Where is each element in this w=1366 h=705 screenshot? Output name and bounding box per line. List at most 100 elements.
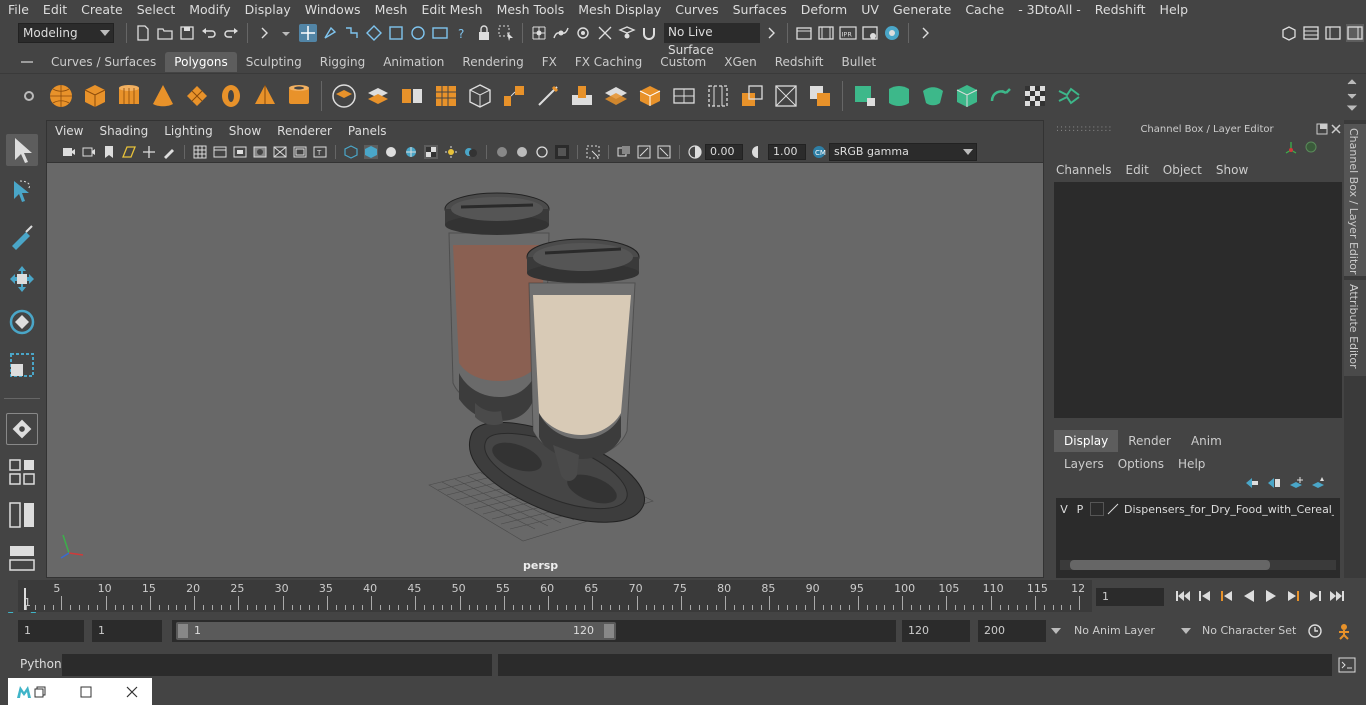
default-material-icon[interactable] (384, 145, 398, 159)
poly-pipe-icon[interactable] (286, 83, 312, 109)
shelf-menu-icon[interactable] (20, 55, 34, 69)
layer-color-icon[interactable] (1106, 502, 1120, 516)
tab-redshift[interactable]: Redshift (766, 52, 833, 72)
new-scene-icon[interactable] (134, 24, 152, 42)
menu-windows[interactable]: Windows (297, 0, 367, 20)
gamma-field[interactable]: 1.00 (768, 143, 806, 160)
viewport-panel[interactable]: View Shading Lighting Show Renderer Pane… (46, 120, 1044, 578)
textured-icon[interactable] (424, 144, 438, 159)
layer-scrollbar-thumb[interactable] (1070, 560, 1270, 570)
move-layer-down-icon[interactable] (1266, 476, 1282, 490)
menu-cache[interactable]: Cache (957, 0, 1010, 20)
render-settings-icon[interactable] (861, 24, 879, 42)
poly-pyramid-icon[interactable] (252, 83, 278, 109)
save-scene-icon[interactable] (178, 24, 196, 42)
uv-cylindrical-icon[interactable] (886, 83, 912, 109)
scene-end-field[interactable]: 200 (978, 620, 1046, 642)
tab-display[interactable]: Display (1054, 430, 1119, 452)
camera-select-icon[interactable] (62, 145, 76, 159)
target-weld-icon[interactable] (671, 83, 697, 109)
soft-select-icon[interactable] (6, 413, 38, 445)
command-input[interactable] (62, 654, 492, 676)
poly-cube-icon[interactable] (82, 83, 108, 109)
gamma-icon[interactable] (751, 145, 765, 159)
toggle-channel-box-icon[interactable] (1302, 24, 1320, 42)
tab-bullet[interactable]: Bullet (832, 52, 885, 72)
layer-scrollbar[interactable] (1060, 560, 1336, 570)
grease-pencil-icon[interactable] (162, 145, 176, 159)
make-live-icon[interactable]: ? (453, 24, 471, 42)
collapse-arrow-icon[interactable] (916, 24, 934, 42)
shadows-icon[interactable] (464, 145, 478, 159)
paint-select-tool-icon[interactable] (6, 220, 38, 252)
options-menu[interactable]: Options (1118, 457, 1164, 471)
command-language-label[interactable]: Python (20, 657, 62, 671)
step-forward-icon[interactable] (1306, 588, 1324, 604)
exposure-field[interactable]: 0.00 (705, 143, 743, 160)
layer-type-box[interactable] (1090, 502, 1104, 516)
lasso-tool-icon[interactable] (6, 177, 38, 209)
playback-start-field[interactable]: 1 (92, 620, 162, 642)
poly-cone-icon[interactable] (150, 83, 176, 109)
step-forward-key-icon[interactable] (1284, 588, 1302, 604)
poly-plane-icon[interactable] (184, 83, 210, 109)
menu-display[interactable]: Display (237, 0, 297, 20)
render-current-frame-icon[interactable] (817, 24, 835, 42)
tab-rendering[interactable]: Rendering (453, 52, 532, 72)
undo-icon[interactable] (200, 24, 218, 42)
snap-to-projected-center-icon[interactable] (596, 24, 614, 42)
exposure-icon[interactable] (688, 144, 702, 159)
tab-render[interactable]: Render (1118, 430, 1181, 452)
snap-to-view-plane-icon[interactable] (618, 24, 636, 42)
motion-blur-icon[interactable] (515, 145, 529, 159)
tab-rigging[interactable]: Rigging (311, 52, 374, 72)
snap-curve-icon[interactable] (387, 24, 405, 42)
chevron-down-icon[interactable] (1050, 626, 1062, 636)
scene-start-field[interactable]: 1 (18, 620, 84, 642)
range-slider-right-grip[interactable] (604, 624, 614, 638)
ipr-render-icon[interactable]: IPR (839, 24, 857, 42)
uv-cut-sew-icon[interactable] (1056, 83, 1082, 109)
select-highlight-icon[interactable] (497, 24, 515, 42)
multi-cut-icon[interactable] (535, 83, 561, 109)
move-layer-up-icon[interactable] (1244, 476, 1260, 490)
channels-edit-menu[interactable]: Edit (1126, 163, 1149, 177)
viewport-menu-panels[interactable]: Panels (340, 121, 395, 141)
grid-toggle-icon[interactable] (193, 145, 207, 159)
move-tool-icon[interactable] (6, 263, 38, 295)
toggle-tool-settings-icon[interactable] (1346, 24, 1364, 42)
render-view-icon[interactable] (795, 24, 813, 42)
menu-uv[interactable]: UV (853, 0, 885, 20)
toggle-attribute-editor-icon[interactable] (1324, 24, 1342, 42)
menu-curves[interactable]: Curves (667, 0, 724, 20)
menu-mesh[interactable]: Mesh (367, 0, 414, 20)
xray-components-icon[interactable] (657, 145, 671, 159)
tab-anim[interactable]: Anim (1181, 430, 1232, 452)
snap-view-plane-icon[interactable] (431, 24, 449, 42)
snap-to-grid-icon[interactable] (530, 24, 548, 42)
wireframe-on-shaded-icon[interactable] (404, 145, 418, 159)
channels-menu[interactable]: Channels (1056, 163, 1112, 177)
restore-icon[interactable] (34, 686, 46, 698)
field-chart-icon[interactable] (273, 145, 287, 159)
viewport-menu-show[interactable]: Show (221, 121, 269, 141)
step-back-key-icon[interactable] (1218, 588, 1236, 604)
boolean-icon[interactable] (807, 83, 833, 109)
channel-green-dot-icon[interactable] (1304, 140, 1318, 154)
make-live-magnet-icon[interactable] (640, 24, 658, 42)
drag-handle[interactable]: :::::::::::::: (1056, 124, 1112, 134)
film-gate-icon[interactable] (213, 145, 227, 159)
tab-curves-surfaces[interactable]: Curves / Surfaces (42, 52, 165, 72)
uv-spherical-icon[interactable] (920, 83, 946, 109)
depth-of-field-icon[interactable] (555, 144, 569, 159)
hypershade-icon[interactable] (883, 24, 901, 42)
close-icon[interactable] (1330, 123, 1342, 135)
menu-mesh-display[interactable]: Mesh Display (570, 0, 667, 20)
range-slider[interactable]: 1 120 (172, 620, 896, 642)
separate-icon[interactable] (365, 83, 391, 109)
range-slider-handle[interactable]: 1 120 (176, 622, 616, 640)
redo-icon[interactable] (222, 24, 240, 42)
extrude-icon[interactable] (569, 83, 595, 109)
menu-create[interactable]: Create (73, 0, 129, 20)
uv-checker-icon[interactable] (1022, 83, 1048, 109)
